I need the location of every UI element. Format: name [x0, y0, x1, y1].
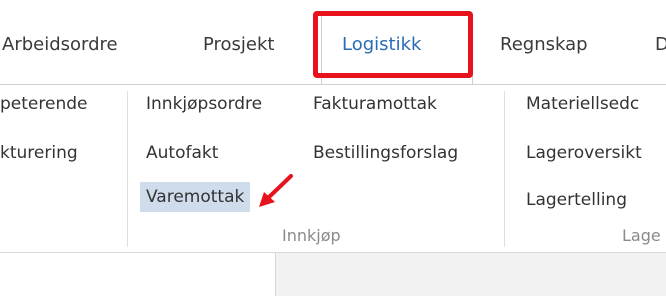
tab-logistikk[interactable]: Logistikk: [342, 34, 421, 55]
ribbon-item-innkjopsordre[interactable]: Innkjøpsordre: [146, 93, 262, 115]
annotation-arrow-icon: [259, 174, 293, 207]
tab-arbeidsordre[interactable]: Arbeidsordre: [2, 34, 118, 55]
group-label-lager: Lage: [622, 226, 661, 245]
ribbon-item-fakturamottak[interactable]: Fakturamottak: [313, 93, 437, 115]
group-label-innkjop: Innkjøp: [282, 226, 341, 245]
ribbon-item-varemottak[interactable]: Varemottak: [140, 182, 251, 212]
ribbon-item-peterende[interactable]: peterende: [0, 93, 87, 115]
tab-prosjekt[interactable]: Prosjekt: [203, 34, 275, 55]
content-area-strip: [0, 252, 666, 296]
ribbon-tab-bar: Arbeidsordre Prosjekt Logistikk Regnskap…: [0, 0, 666, 87]
tab-regnskap[interactable]: Regnskap: [500, 34, 588, 55]
ribbon-item-lagertelling[interactable]: Lagertelling: [526, 189, 627, 211]
tab-d[interactable]: D: [655, 34, 666, 55]
ribbon-item-materiellsedc[interactable]: Materiellsedc: [526, 93, 639, 115]
ribbon-item-bestillingsforslag[interactable]: Bestillingsforslag: [313, 142, 458, 164]
ribbon-panel: peterende kturering Innkjøpsordre Autofa…: [0, 84, 666, 253]
ribbon-item-kturering[interactable]: kturering: [0, 142, 78, 164]
group-separator: [504, 91, 505, 247]
ribbon-item-autofakt[interactable]: Autofakt: [146, 142, 218, 164]
content-area-pane: [275, 253, 666, 296]
group-separator: [127, 91, 128, 247]
ribbon-item-lageroversikt[interactable]: Lageroversikt: [526, 142, 642, 164]
